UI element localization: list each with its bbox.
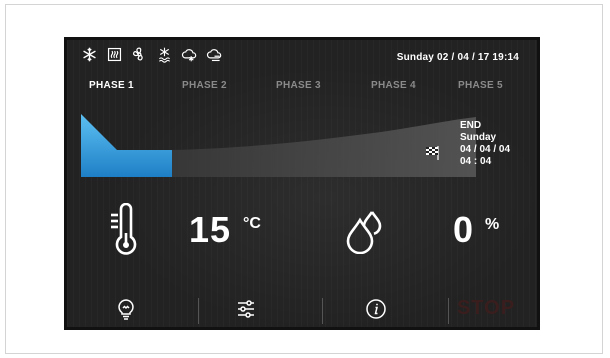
end-day: Sunday (460, 132, 497, 143)
bottom-toolbar: STOP (67, 290, 537, 327)
thermometer-icon (111, 203, 137, 255)
snowflake-icon[interactable] (81, 46, 98, 63)
humidity-drops-icon (346, 211, 382, 254)
cloud-snow-icon[interactable] (181, 46, 198, 63)
humidity-unit: % (485, 216, 500, 233)
tab-phase-5[interactable]: PHASE 5 (458, 80, 503, 91)
status-icons (81, 46, 223, 63)
humidity-value: 0 (453, 209, 474, 250)
tab-phase-2[interactable]: PHASE 2 (182, 80, 227, 91)
end-time: 04 : 04 (460, 156, 492, 167)
tab-phase-3[interactable]: PHASE 3 (276, 80, 321, 91)
tab-phase-4[interactable]: PHASE 4 (371, 80, 416, 91)
cloud-sun-icon[interactable] (206, 46, 223, 63)
current-datetime: Sunday 02 / 04 / 17 19:14 (396, 52, 519, 63)
light-button[interactable] (67, 290, 185, 327)
heater-icon[interactable] (106, 46, 123, 63)
end-date: 04 / 04 / 04 (460, 144, 511, 155)
finish-flag-icon (426, 146, 439, 160)
end-info: END Sunday 04 / 04 / 04 04 : 04 (460, 120, 510, 168)
stop-label: STOP (456, 297, 516, 319)
info-button[interactable] (317, 290, 435, 327)
end-title: END (460, 120, 482, 131)
defrost-icon[interactable] (156, 46, 173, 63)
controller-screen: Sunday 02 / 04 / 17 19:14 PHASE 1 PHASE … (64, 37, 540, 330)
stop-button[interactable]: STOP (427, 290, 537, 327)
fan-icon[interactable] (131, 46, 148, 63)
temperature-value: 15 (189, 209, 232, 250)
tab-phase-1[interactable]: PHASE 1 (89, 80, 134, 91)
lightbulb-icon (118, 298, 134, 320)
phase-profile-completed (81, 114, 172, 177)
info-icon (366, 298, 386, 319)
settings-button[interactable] (187, 290, 305, 327)
temperature-unit: °C (243, 215, 261, 232)
sliders-icon (238, 299, 254, 318)
